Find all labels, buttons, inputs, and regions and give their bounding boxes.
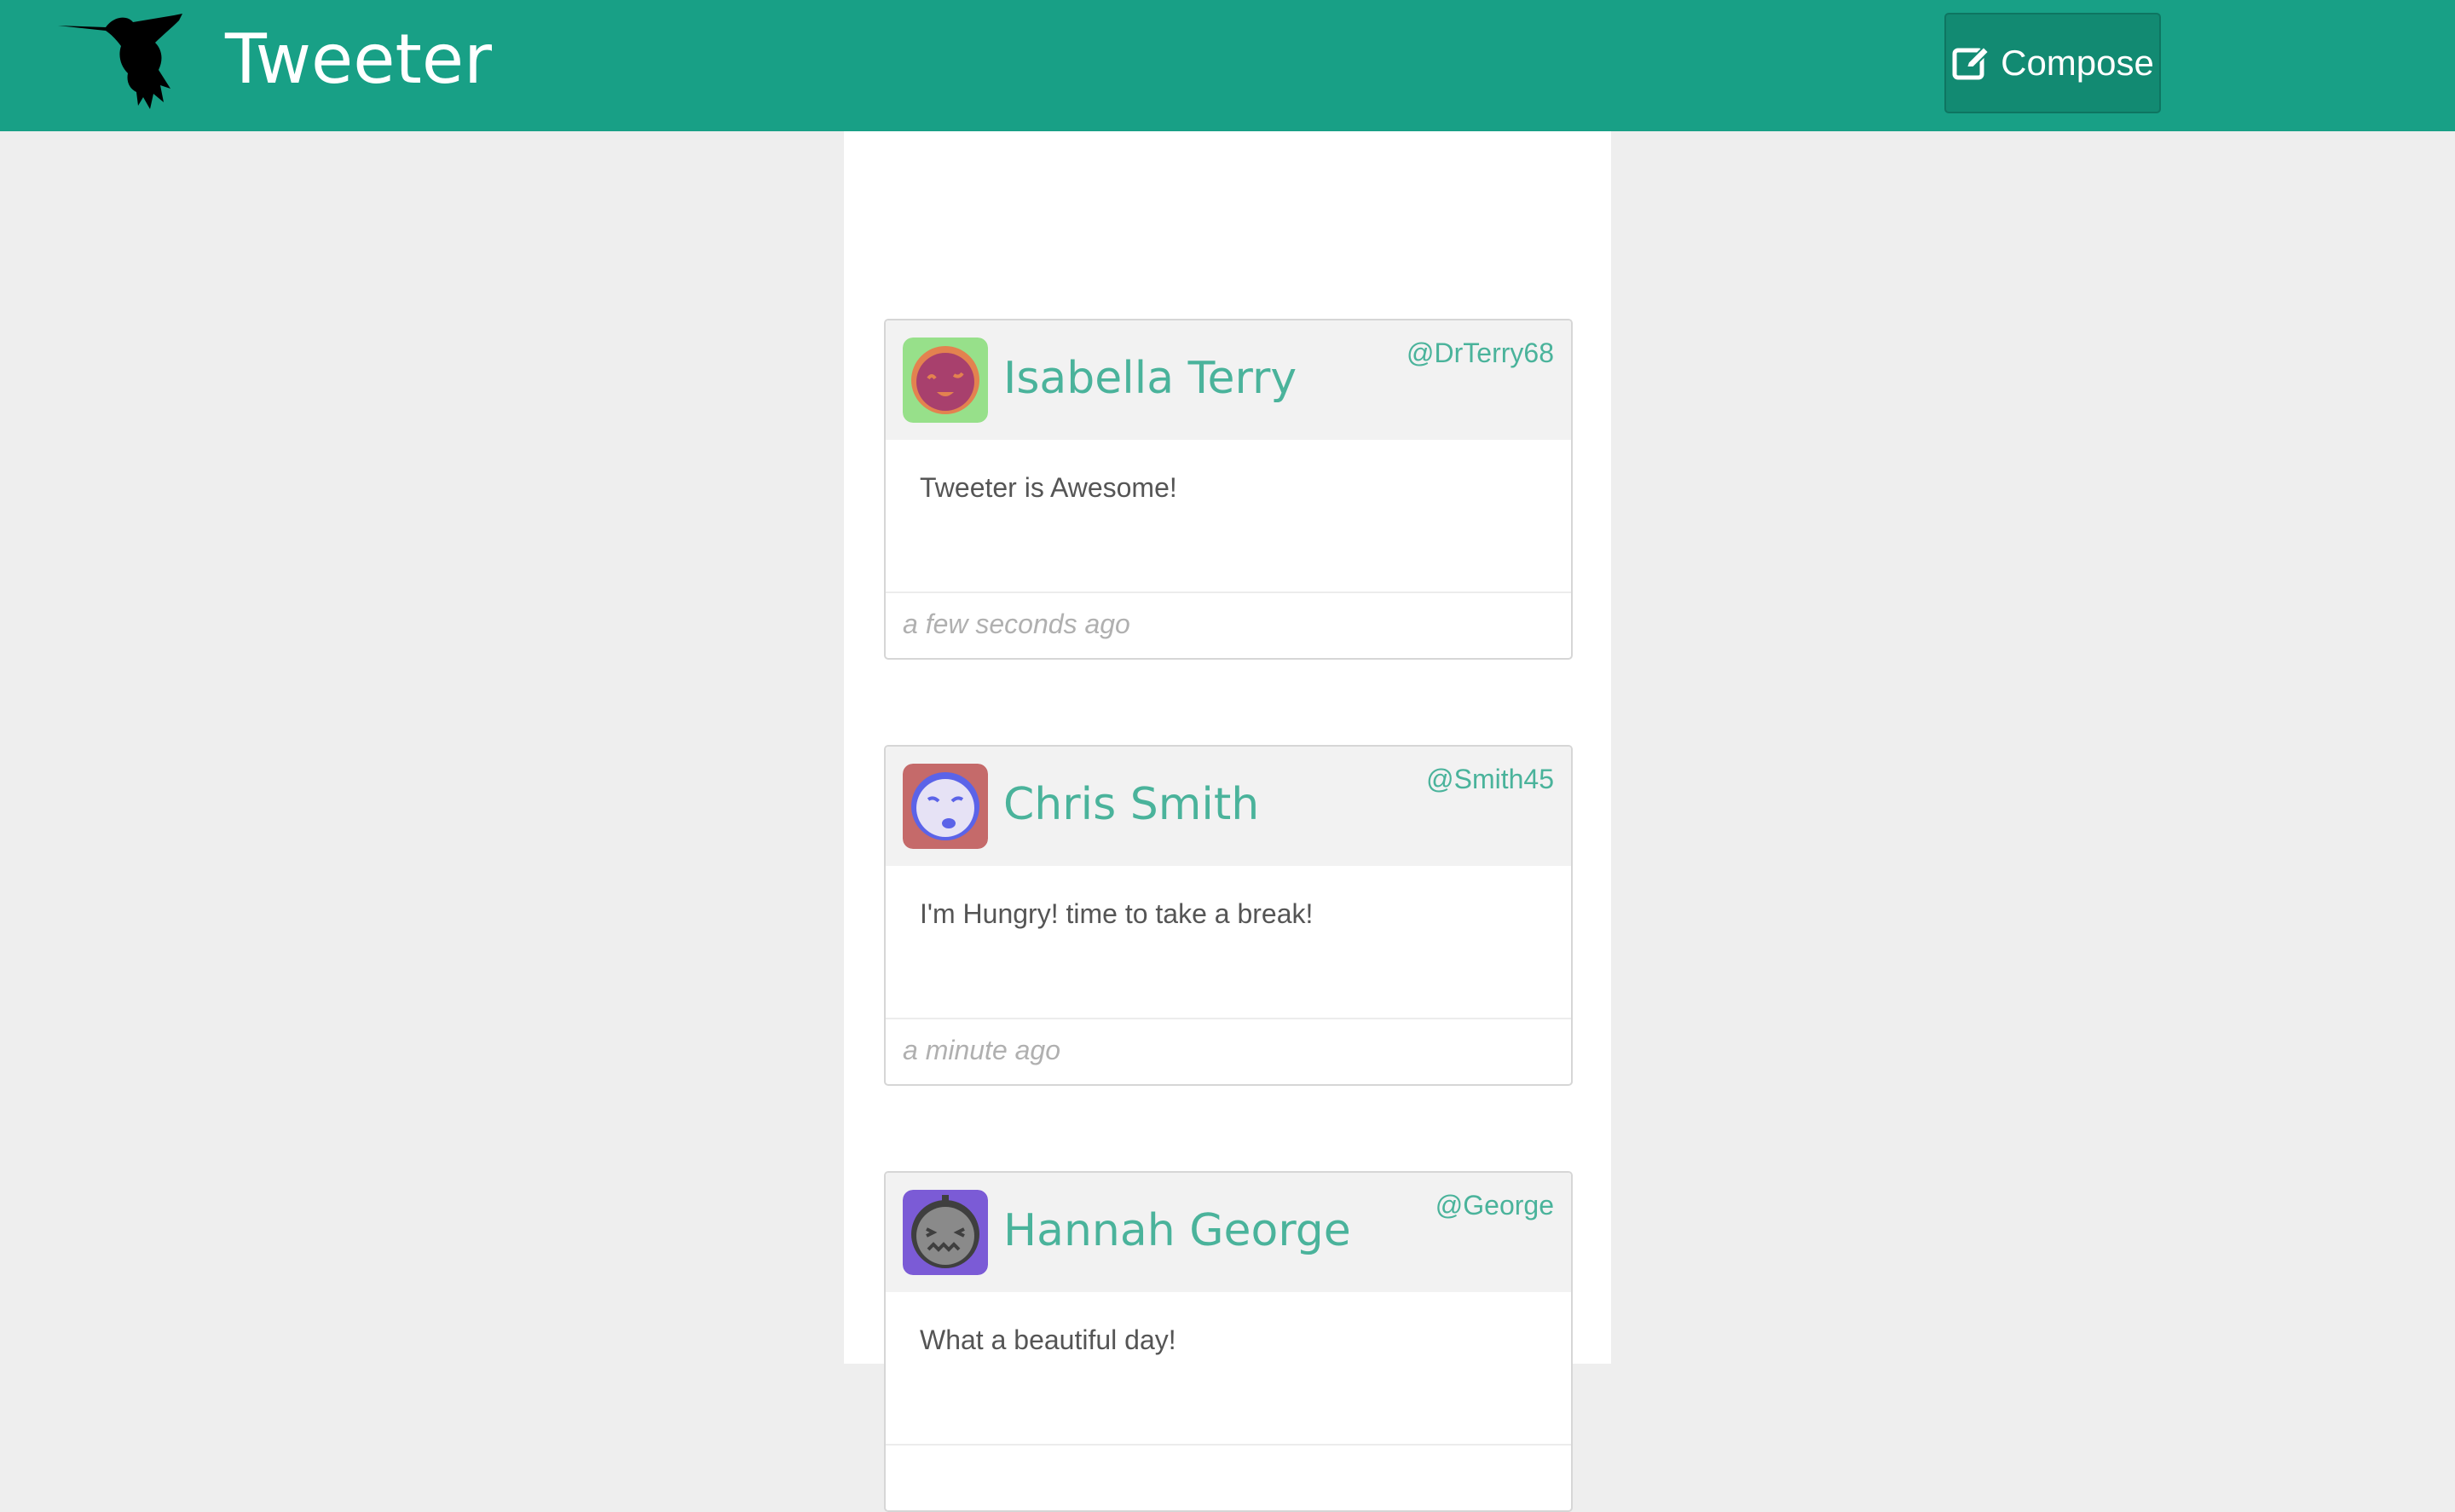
- tweet-header: Hannah George @George: [886, 1173, 1571, 1292]
- tweet-author-name: Hannah George: [1003, 1205, 1351, 1256]
- hummingbird-logo-icon: [58, 14, 182, 109]
- tweet-header: Isabella Terry @DrTerry68: [886, 320, 1571, 440]
- tweet-timestamp: [886, 1446, 1571, 1510]
- brand-title: Tweeter: [225, 20, 492, 99]
- tweet-timestamp: a few seconds ago: [903, 609, 1130, 639]
- tweet-author-name: Isabella Terry: [1003, 353, 1297, 404]
- tweet-author-name: Chris Smith: [1003, 779, 1260, 830]
- tweet-card: Hannah George @George What a beautiful d…: [884, 1171, 1573, 1512]
- tweet-author-handle[interactable]: @DrTerry68: [1407, 338, 1554, 369]
- compose-label: Compose: [2001, 43, 2154, 83]
- tweet-text: I'm Hungry! time to take a break!: [886, 866, 1571, 1019]
- sleepy-face-avatar-icon: [903, 764, 988, 849]
- tweet-card: Chris Smith @Smith45 I'm Hungry! time to…: [884, 745, 1573, 1086]
- tweet-author-handle[interactable]: @George: [1435, 1190, 1554, 1221]
- tweet-timestamp: a minute ago: [903, 1035, 1061, 1065]
- tweet-author-handle[interactable]: @Smith45: [1426, 764, 1554, 795]
- grimacing-face-avatar-icon: [903, 1190, 988, 1275]
- tweet-text: What a beautiful day!: [886, 1292, 1571, 1446]
- tweet-header: Chris Smith @Smith45: [886, 747, 1571, 866]
- tweet-card: Isabella Terry @DrTerry68 Tweeter is Awe…: [884, 319, 1573, 660]
- smiling-face-avatar-icon: [903, 338, 988, 423]
- tweet-text: Tweeter is Awesome!: [886, 440, 1571, 593]
- compose-button[interactable]: Compose: [1944, 13, 2161, 113]
- top-navbar: Tweeter Compose: [0, 0, 2455, 131]
- edit-icon: [1952, 45, 1990, 80]
